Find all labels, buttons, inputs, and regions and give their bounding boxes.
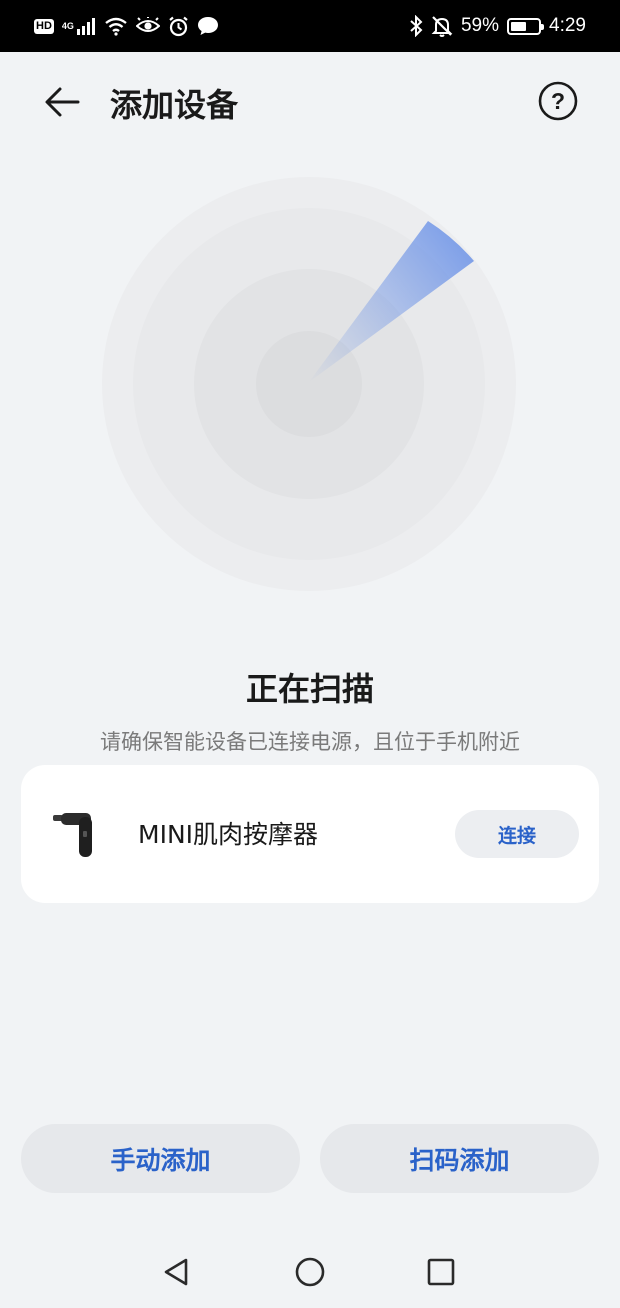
status-time: 4:29 — [549, 15, 586, 36]
wifi-icon — [104, 16, 128, 36]
nav-recent-icon — [427, 1258, 455, 1286]
nav-home-icon — [295, 1257, 325, 1287]
status-bar-right: 59% 4:29 — [409, 15, 586, 37]
radar-scanner — [102, 177, 516, 591]
eye-icon — [135, 17, 160, 35]
connect-button[interactable]: 连接 — [455, 810, 579, 858]
battery-percent: 59% — [460, 15, 500, 36]
help-glyph: ? — [551, 88, 565, 114]
header: 添加设备 ? — [0, 62, 620, 142]
help-button[interactable]: ? — [537, 80, 579, 122]
bluetooth-icon — [409, 15, 423, 37]
massage-gun-icon — [53, 813, 92, 857]
mute-icon — [431, 15, 453, 37]
device-list-item: MINI肌肉按摩器 连接 — [21, 765, 599, 903]
screen: HD 4G 59% 4:29 添加设备 ? 正在扫描 请确保智能设备已连接电源，… — [0, 0, 620, 1308]
message-icon — [197, 16, 219, 36]
status-bar: HD 4G 59% 4:29 — [0, 0, 620, 52]
network-label: 4G — [61, 20, 74, 31]
hd-icon: HD — [34, 18, 54, 34]
scan-code-add-button[interactable]: 扫码添加 — [320, 1124, 599, 1193]
alarm-icon — [168, 16, 189, 37]
nav-home-button[interactable] — [290, 1252, 330, 1292]
status-bar-left: HD 4G — [34, 16, 219, 37]
signal-icon: 4G — [62, 17, 96, 35]
scanning-hint: 请确保智能设备已连接电源，且位于手机附近 — [100, 730, 520, 754]
navigation-bar — [0, 1236, 620, 1308]
device-name: MINI肌肉按摩器 — [138, 820, 319, 849]
nav-recent-button[interactable] — [421, 1252, 461, 1292]
scanning-title: 正在扫描 — [245, 670, 374, 708]
page-title: 添加设备 — [110, 86, 239, 124]
question-circle-icon: ? — [538, 81, 578, 121]
nav-back-button[interactable] — [157, 1252, 197, 1292]
battery-icon — [507, 17, 545, 35]
back-button[interactable] — [34, 78, 90, 126]
battery-fill — [511, 21, 527, 31]
nav-back-icon — [164, 1258, 188, 1286]
arrow-left-icon — [45, 87, 80, 117]
manual-add-button[interactable]: 手动添加 — [21, 1124, 300, 1193]
